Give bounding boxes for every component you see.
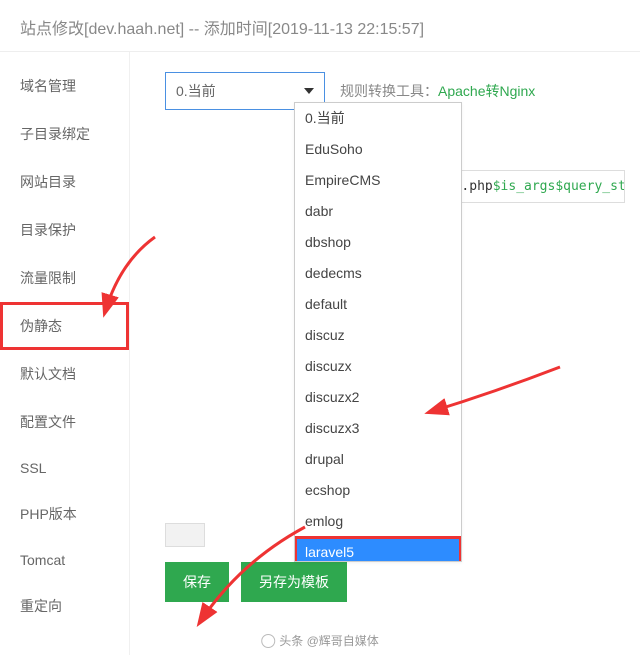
template-select-value: 0.当前 (176, 81, 216, 101)
sidebar-item-domain[interactable]: 域名管理 (0, 62, 129, 110)
caret-down-icon (304, 88, 314, 94)
sidebar-item-rewrite[interactable]: 伪静态 (0, 302, 129, 350)
spacer-box (165, 523, 205, 547)
dropdown-item[interactable]: drupal (295, 444, 461, 475)
sidebar-item-traffic[interactable]: 流量限制 (0, 254, 129, 302)
sidebar: 域名管理 子目录绑定 网站目录 目录保护 流量限制 伪静态 默认文档 配置文件 … (0, 52, 130, 655)
dropdown-item[interactable]: default (295, 289, 461, 320)
dropdown-item[interactable]: emlog (295, 506, 461, 537)
sidebar-item-ssl[interactable]: SSL (0, 446, 129, 490)
dropdown-item[interactable]: dedecms (295, 258, 461, 289)
dropdown-item[interactable]: 0.当前 (295, 103, 461, 134)
dropdown-item[interactable]: laravel5 (295, 537, 461, 562)
sidebar-item-webdir[interactable]: 网站目录 (0, 158, 129, 206)
sidebar-item-defaultdoc[interactable]: 默认文档 (0, 350, 129, 398)
dropdown-item[interactable]: dabr (295, 196, 461, 227)
dropdown-item[interactable]: ecshop (295, 475, 461, 506)
dropdown-item[interactable]: dbshop (295, 227, 461, 258)
dropdown-item[interactable]: discuzx (295, 351, 461, 382)
save-button[interactable]: 保存 (165, 562, 229, 602)
sidebar-item-redirect[interactable]: 重定向 (0, 582, 129, 630)
template-dropdown[interactable]: 0.当前EduSohoEmpireCMSdabrdbshopdedecmsdef… (294, 102, 462, 562)
sidebar-item-dirprotect[interactable]: 目录保护 (0, 206, 129, 254)
sidebar-item-phpver[interactable]: PHP版本 (0, 490, 129, 538)
rule-tool-label: 规则转换工具： (340, 83, 438, 99)
sidebar-item-config[interactable]: 配置文件 (0, 398, 129, 446)
dropdown-item[interactable]: discuzx3 (295, 413, 461, 444)
sidebar-item-tomcat[interactable]: Tomcat (0, 538, 129, 582)
watermark-text: 头条 @辉哥自媒体 (279, 632, 379, 649)
page-title: 站点修改[dev.haah.net] -- 添加时间[2019-11-13 22… (0, 0, 640, 52)
save-as-template-button[interactable]: 另存为模板 (241, 562, 347, 602)
main-panel: 0.当前 规则转换工具：Apache转Nginx ri $uri/ /index… (130, 52, 640, 655)
watermark: 头条 @辉哥自媒体 (261, 632, 379, 649)
dropdown-item[interactable]: discuzx2 (295, 382, 461, 413)
dropdown-item[interactable]: discuz (295, 320, 461, 351)
dropdown-item[interactable]: EmpireCMS (295, 165, 461, 196)
dropdown-item[interactable]: EduSoho (295, 134, 461, 165)
code-var: $is_args$query_string (493, 179, 625, 194)
watermark-icon (261, 634, 275, 648)
sidebar-item-subdir[interactable]: 子目录绑定 (0, 110, 129, 158)
apache-to-nginx-link[interactable]: Apache转Nginx (438, 83, 535, 99)
